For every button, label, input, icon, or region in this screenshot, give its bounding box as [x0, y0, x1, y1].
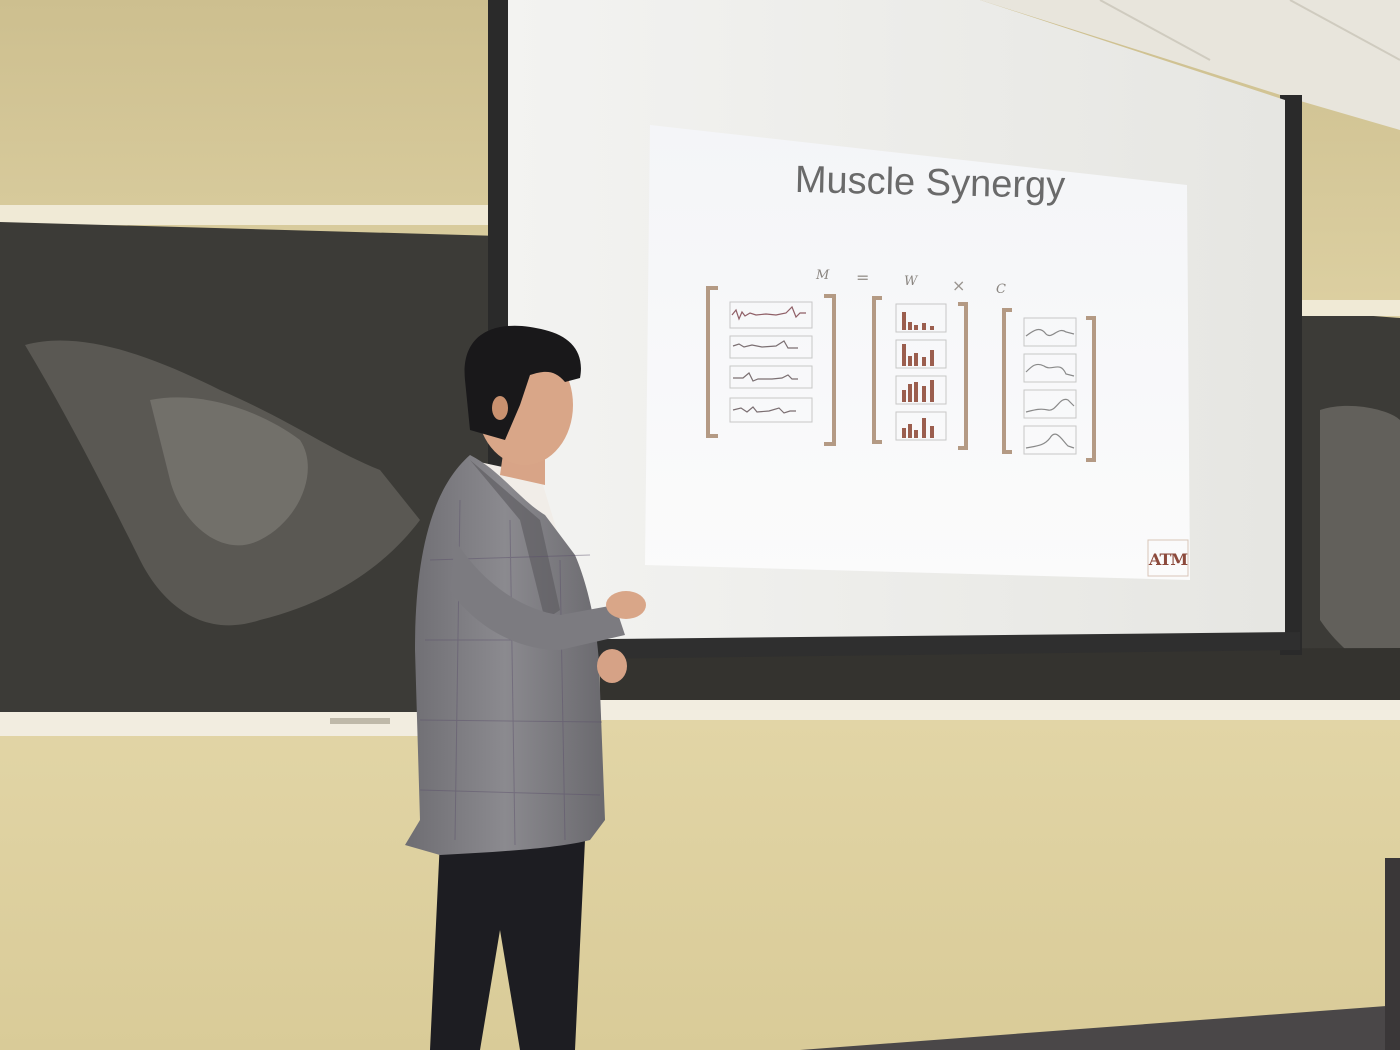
matrix-m-label: M	[816, 268, 830, 283]
presenter-hand	[606, 591, 646, 619]
matrix-c-label: C	[996, 282, 1006, 297]
equals-sign: =	[856, 268, 870, 287]
atm-logo-text: ATM	[1148, 550, 1188, 569]
matrix-w-label: W	[904, 274, 918, 289]
times-sign: ×	[952, 276, 966, 295]
